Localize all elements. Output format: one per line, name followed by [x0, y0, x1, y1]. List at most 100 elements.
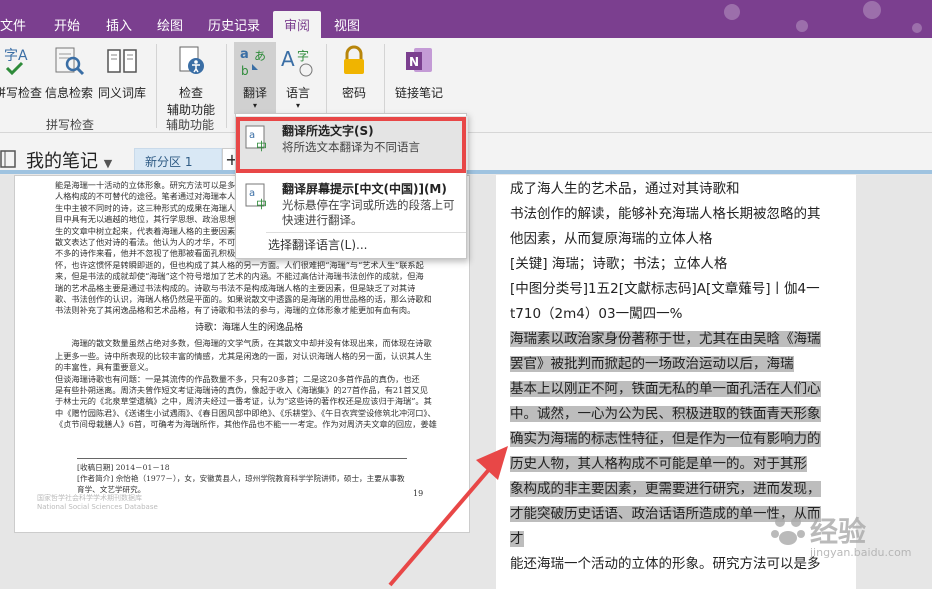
- ribbon-tab-bar: 文件 开始 插入 绘图 历史记录 审阅 视图: [0, 0, 932, 38]
- tab-file[interactable]: 文件: [0, 11, 30, 38]
- translate-screentip-icon: a 中: [245, 183, 267, 211]
- password-button[interactable]: 密码: [334, 44, 374, 101]
- scan-line: 上更多一些。诗中所表现的比较丰富的情感，尤其是闲逸的一面，对认识海瑞人格的另一面…: [55, 350, 432, 361]
- scan-paragraph-bottom: 海瑞的散文数量虽然占绝对多数，但海瑞的文学气质，在其散文中却并没有体现出来，而体…: [55, 338, 443, 430]
- scan-line: 歌、书法创作的认识，海瑞人格仍然是平面的。如果说散文中透露的是海瑞的用世品格的话…: [55, 294, 432, 305]
- scan-page-number: 19: [413, 489, 424, 498]
- text-line[interactable]: 罢官》被批判而掀起的一场政治运动以后，海瑞: [510, 352, 848, 377]
- choose-translation-language-item[interactable]: 选择翻译语言(L)...: [268, 236, 368, 253]
- text-line[interactable]: 他因素，从而复原海瑞的立体人格: [510, 227, 848, 252]
- text-line-content: 象构成的非主要因素，更需要进行研究，进而发现，: [510, 481, 821, 497]
- title-bar-decoration-icon: [724, 1, 922, 33]
- scan-line: 但谈海瑞诗歌也有问题：一是其流传的作品数量不多，只有20多首；二是这20多首作品…: [55, 373, 420, 384]
- brand-watermark-title: 经验: [810, 515, 867, 548]
- text-line[interactable]: 确实为海瑞的标志性特征，但是作为一位有影响力的: [510, 427, 848, 452]
- text-line-content: 成了海人生的艺术品，通过对其诗歌和: [510, 181, 740, 197]
- scan-line: 来，但是书法的成就却使“海瑞”这个符号增加了艺术的内涵。不能过高估计海瑞书法创作…: [55, 271, 424, 282]
- tab-insert[interactable]: 插入: [106, 11, 146, 38]
- ribbon-separator: [156, 44, 157, 128]
- notebook-icon: [0, 150, 16, 168]
- scan-line: 怀，也许这惯怀是转瞬即逝的，但也构成了其人格的另一方面。人们很难把“海瑞”与“艺…: [55, 259, 424, 270]
- svg-text:N: N: [409, 55, 419, 69]
- annotation-highlight-box: [236, 117, 466, 173]
- svg-text:あ: あ: [254, 49, 266, 63]
- linked-notes-button[interactable]: N 链接笔记: [390, 44, 448, 101]
- menu-separator: [266, 232, 466, 233]
- tab-history[interactable]: 历史记录: [208, 11, 268, 38]
- text-line[interactable]: 书法创作的解读，能够补充海瑞人格长期被忽略的其: [510, 202, 848, 227]
- scan-line: 《贞节间母栽膳人》6首，可确考为海瑞所作，其他作品也不能一一考定。作为对周济夫文…: [55, 419, 437, 430]
- chevron-down-icon: ▾: [252, 101, 257, 110]
- chevron-down-icon: ▾: [295, 101, 300, 110]
- thesaurus-button[interactable]: 同义词库: [96, 44, 148, 101]
- text-line[interactable]: 成了海人生的艺术品，通过对其诗歌和: [510, 177, 848, 202]
- chevron-down-icon: ▼: [103, 157, 113, 170]
- text-line-content: 基本上以刚正不阿，铁面无私的单一面孔活在人们心: [510, 381, 821, 397]
- notebook-name: 我的笔记: [26, 151, 98, 172]
- section-tab[interactable]: 新分区 1: [134, 148, 222, 172]
- scan-watermark: 国家哲学社会科学学术期刊数据库 National Social Sciences…: [37, 494, 158, 512]
- accessibility-icon: [179, 46, 204, 74]
- scan-line: 海瑞的散文数量虽然占绝对多数，但海瑞的文学气质，在其散文中却并没有体现出来，而体…: [71, 338, 432, 349]
- translate-screentip-item[interactable]: a 中 翻译屏幕提示[中文(中国)](M) 光标悬停在字词或所选的段落上可快速进…: [236, 174, 468, 234]
- text-line-content: 海瑞素以政治家身份著称于世，尤其在由吴晗《海瑞: [510, 331, 821, 347]
- text-line-content: t710（2m4）03一闖四一%: [510, 306, 683, 322]
- scan-watermark-line-1: 国家哲学社会科学学术期刊数据库: [37, 494, 142, 502]
- brand-watermark: 经验 jingyan.baidu.com: [770, 508, 930, 568]
- svg-text:a: a: [240, 47, 249, 62]
- tab-review[interactable]: 审阅: [273, 11, 321, 38]
- language-button[interactable]: A 字 语言 ▾: [278, 44, 318, 110]
- research-button[interactable]: 信息检索: [44, 44, 94, 101]
- scan-line: 是有些扑朔迷离。周济夫曾作短文考证海瑞诗的真伪，像起于收入《海瑞集》的27首作品…: [55, 384, 428, 395]
- text-line-content: 中。诚然，一心为公为民、积极进取的铁面青天形象: [510, 406, 821, 422]
- svg-text:中: 中: [256, 198, 267, 211]
- brand-watermark-url: jingyan.baidu.com: [810, 546, 912, 559]
- scan-line: 的丰富性，具有重要意义。: [55, 362, 154, 373]
- tab-home[interactable]: 开始: [54, 11, 94, 38]
- ribbon-separator: [226, 44, 227, 128]
- thesaurus-icon: [107, 49, 137, 73]
- translate-screentip-title: 翻译屏幕提示[中文(中国)](M): [282, 182, 447, 196]
- spell-check-icon: 字A: [4, 48, 28, 76]
- svg-text:b: b: [241, 64, 249, 78]
- text-line-content: 他因素，从而复原海瑞的立体人格: [510, 231, 713, 247]
- scan-line: 中《赠竹园陈君》、《送诸生小试遇雨》、《春日困风部中即绝》、《乐耕堂》、《午日衣…: [55, 407, 436, 418]
- text-line-content: [中图分类号]1五2[文獻标志码]A[文章薙号]丨伽4一: [510, 281, 820, 297]
- svg-text:字A: 字A: [4, 48, 28, 64]
- check-accessibility-button[interactable]: 检查 辅助功能: [162, 44, 220, 118]
- text-line[interactable]: [中图分类号]1五2[文獻标志码]A[文章薙号]丨伽4一: [510, 277, 848, 302]
- group-label-spelling: 拼写检查: [46, 118, 95, 132]
- language-icon: A 字: [281, 47, 313, 77]
- text-line-content: 确实为海瑞的标志性特征，但是作为一位有影响力的: [510, 431, 821, 447]
- scan-heading: 诗歌：海瑞人生的闲逸品格: [194, 322, 303, 333]
- text-line-content: 罢官》被批判而掀起的一场政治运动以后，海瑞: [510, 356, 794, 372]
- text-line[interactable]: [关键] 海瑞；诗歌；书法；立体人格: [510, 252, 848, 277]
- scan-line: 书法则补充了其闲逸品格和艺术品格，有了诗歌和书法的参与，海瑞的立体形象才能更加有…: [55, 305, 416, 316]
- group-label-accessibility: 辅助功能: [166, 118, 215, 132]
- text-line-content: [关键] 海瑞；诗歌；书法；立体人格: [510, 256, 728, 272]
- text-line-content: 书法创作的解读，能够补充海瑞人格长期被忽略的其: [510, 206, 821, 222]
- text-line[interactable]: 象构成的非主要因素，更需要进行研究，进而发现，: [510, 477, 848, 502]
- text-line[interactable]: 中。诚然，一心为公为民、积极进取的铁面青天形象: [510, 402, 848, 427]
- scan-line: 于林士元的《北泉草堂遗稿》之中，周济夫经过一番考证，认为“这些诗的著作权还是应该…: [55, 396, 432, 407]
- translate-button[interactable]: a あ b 翻译 ▾: [234, 42, 276, 114]
- text-line[interactable]: 基本上以刚正不阿，铁面无私的单一面孔活在人们心: [510, 377, 848, 402]
- text-line[interactable]: t710（2m4）03一闖四一%: [510, 302, 848, 327]
- scan-line: 瑞的艺术品格主要是通过书法构成的。诗歌与书法不是构成海瑞人格的主要因素，但是缺乏…: [55, 282, 416, 293]
- translate-icon: a あ b: [240, 47, 266, 78]
- text-line[interactable]: 海瑞素以政治家身份著称于世，尤其在由吴晗《海瑞: [510, 327, 848, 352]
- scan-footnote-author: [作者简介] 佘怡艳（1977－），女，安徽黄县人，琼州学院教育科学学院讲师，硕…: [77, 474, 405, 494]
- check-accessibility-label-1: 检查: [178, 86, 203, 100]
- paw-logo-icon: [771, 517, 805, 545]
- lock-icon: [344, 45, 364, 74]
- translate-screentip-desc: 光标悬停在字词或所选的段落上可快速进行翻译。: [282, 198, 455, 227]
- text-line-content: 才: [510, 531, 524, 547]
- text-line[interactable]: 历史人物，其人格构成不可能是单一的。对于其形: [510, 452, 848, 477]
- scan-footnote-date: [收稿日期] 2014－01－18: [77, 463, 170, 472]
- svg-text:a: a: [249, 188, 255, 199]
- tab-view[interactable]: 视图: [334, 11, 374, 38]
- research-icon: [55, 47, 85, 76]
- tab-draw[interactable]: 绘图: [157, 11, 197, 38]
- spell-check-button[interactable]: 字A 拼写检查: [0, 44, 42, 101]
- text-line-content: 历史人物，其人格构成不可能是单一的。对于其形: [510, 456, 807, 472]
